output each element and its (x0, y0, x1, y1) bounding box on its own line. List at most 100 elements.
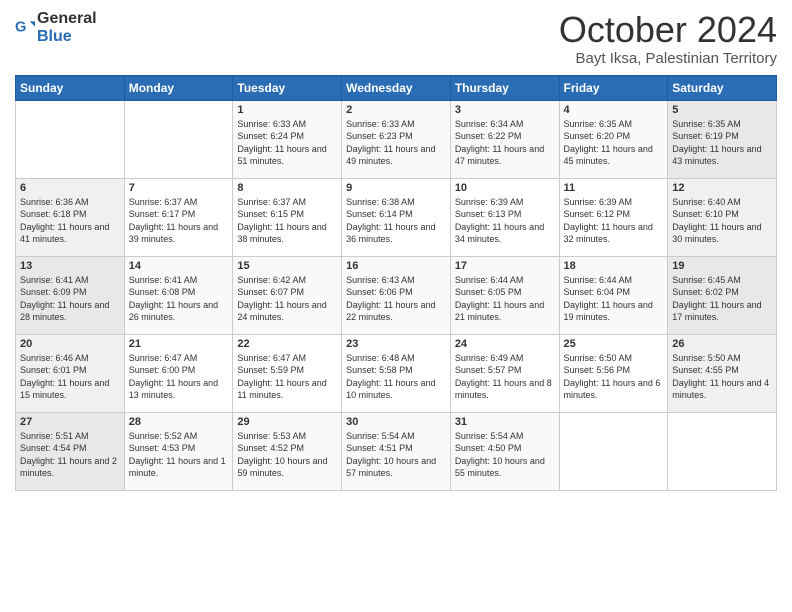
day-info: Sunrise: 6:49 AMSunset: 5:57 PMDaylight:… (455, 353, 552, 401)
day-number: 31 (455, 416, 555, 428)
day-info: Sunrise: 5:54 AMSunset: 4:51 PMDaylight:… (346, 431, 436, 479)
calendar-cell (559, 412, 668, 490)
day-number: 30 (346, 416, 446, 428)
calendar-cell: 10 Sunrise: 6:39 AMSunset: 6:13 PMDayligh… (450, 178, 559, 256)
calendar-cell: 18 Sunrise: 6:44 AMSunset: 6:04 PMDayligh… (559, 256, 668, 334)
day-number: 28 (129, 416, 229, 428)
day-number: 14 (129, 260, 229, 272)
day-number: 8 (237, 182, 337, 194)
day-number: 5 (672, 104, 772, 116)
day-info: Sunrise: 6:34 AMSunset: 6:22 PMDaylight:… (455, 119, 544, 167)
day-info: Sunrise: 6:38 AMSunset: 6:14 PMDaylight:… (346, 197, 435, 245)
month-title: October 2024 (559, 10, 777, 50)
day-number: 10 (455, 182, 555, 194)
day-number: 3 (455, 104, 555, 116)
day-number: 2 (346, 104, 446, 116)
logo: G General Blue (15, 10, 97, 46)
day-number: 9 (346, 182, 446, 194)
day-info: Sunrise: 6:40 AMSunset: 6:10 PMDaylight:… (672, 197, 761, 245)
week-row-4: 20 Sunrise: 6:46 AMSunset: 6:01 PMDayligh… (16, 334, 777, 412)
day-info: Sunrise: 6:35 AMSunset: 6:19 PMDaylight:… (672, 119, 761, 167)
day-number: 20 (20, 338, 120, 350)
day-number: 29 (237, 416, 337, 428)
col-saturday: Saturday (668, 75, 777, 100)
day-info: Sunrise: 6:39 AMSunset: 6:12 PMDaylight:… (564, 197, 653, 245)
calendar-cell: 29Sunrise: 5:53 AMSunset: 4:52 PMDayligh… (233, 412, 342, 490)
day-info: Sunrise: 6:39 AMSunset: 6:13 PMDaylight:… (455, 197, 544, 245)
day-info: Sunrise: 6:33 AMSunset: 6:23 PMDaylight:… (346, 119, 435, 167)
calendar-cell: 5 Sunrise: 6:35 AMSunset: 6:19 PMDaylight… (668, 100, 777, 178)
day-number: 16 (346, 260, 446, 272)
day-number: 18 (564, 260, 664, 272)
logo-blue: Blue (37, 28, 72, 45)
day-number: 27 (20, 416, 120, 428)
calendar-cell: 25 Sunrise: 6:50 AMSunset: 5:56 PMDayligh… (559, 334, 668, 412)
day-number: 23 (346, 338, 446, 350)
calendar-cell: 23Sunrise: 6:48 AMSunset: 5:58 PMDayligh… (342, 334, 451, 412)
day-number: 11 (564, 182, 664, 194)
calendar-table: Sunday Monday Tuesday Wednesday Thursday… (15, 75, 777, 491)
day-info: Sunrise: 5:50 AMSunset: 4:55 PMDaylight:… (672, 353, 769, 401)
day-number: 22 (237, 338, 337, 350)
calendar-cell: 7Sunrise: 6:37 AMSunset: 6:17 PMDaylight… (124, 178, 233, 256)
calendar-cell: 20 Sunrise: 6:46 AMSunset: 6:01 PMDayligh… (16, 334, 125, 412)
day-info: Sunrise: 6:50 AMSunset: 5:56 PMDaylight:… (564, 353, 661, 401)
calendar-cell (124, 100, 233, 178)
calendar-cell: 31 Sunrise: 5:54 AMSunset: 4:50 PMDayligh… (450, 412, 559, 490)
calendar-cell (668, 412, 777, 490)
calendar-cell: 27 Sunrise: 5:51 AMSunset: 4:54 PMDayligh… (16, 412, 125, 490)
day-number: 15 (237, 260, 337, 272)
calendar-cell: 1Sunrise: 6:33 AMSunset: 6:24 PMDaylight… (233, 100, 342, 178)
calendar-cell: 19Sunrise: 6:45 AMSunset: 6:02 PMDayligh… (668, 256, 777, 334)
col-sunday: Sunday (16, 75, 125, 100)
day-info: Sunrise: 6:41 AMSunset: 6:09 PMDaylight:… (20, 275, 109, 323)
day-info: Sunrise: 6:36 AMSunset: 6:18 PMDaylight:… (20, 197, 109, 245)
logo-icon: G (15, 18, 35, 38)
calendar-cell: 2 Sunrise: 6:33 AMSunset: 6:23 PMDaylight… (342, 100, 451, 178)
calendar-cell: 24 Sunrise: 6:49 AMSunset: 5:57 PMDayligh… (450, 334, 559, 412)
day-number: 1 (237, 104, 337, 116)
calendar-cell: 26Sunrise: 5:50 AMSunset: 4:55 PMDayligh… (668, 334, 777, 412)
col-monday: Monday (124, 75, 233, 100)
day-info: Sunrise: 6:46 AMSunset: 6:01 PMDaylight:… (20, 353, 109, 401)
day-number: 13 (20, 260, 120, 272)
calendar-cell: 12 Sunrise: 6:40 AMSunset: 6:10 PMDayligh… (668, 178, 777, 256)
col-wednesday: Wednesday (342, 75, 451, 100)
calendar-cell: 14Sunrise: 6:41 AMSunset: 6:08 PMDayligh… (124, 256, 233, 334)
day-info: Sunrise: 5:52 AMSunset: 4:53 PMDaylight:… (129, 431, 226, 479)
header-row: Sunday Monday Tuesday Wednesday Thursday… (16, 75, 777, 100)
day-info: Sunrise: 6:44 AMSunset: 6:05 PMDaylight:… (455, 275, 544, 323)
day-info: Sunrise: 6:47 AMSunset: 6:00 PMDaylight:… (129, 353, 218, 401)
day-info: Sunrise: 6:37 AMSunset: 6:15 PMDaylight:… (237, 197, 326, 245)
calendar-cell: 21 Sunrise: 6:47 AMSunset: 6:00 PMDayligh… (124, 334, 233, 412)
day-info: Sunrise: 6:47 AMSunset: 5:59 PMDaylight:… (237, 353, 326, 401)
calendar-cell (16, 100, 125, 178)
day-info: Sunrise: 5:51 AMSunset: 4:54 PMDaylight:… (20, 431, 117, 479)
week-row-3: 13 Sunrise: 6:41 AMSunset: 6:09 PMDayligh… (16, 256, 777, 334)
day-info: Sunrise: 6:35 AMSunset: 6:20 PMDaylight:… (564, 119, 653, 167)
calendar-cell: 6Sunrise: 6:36 AMSunset: 6:18 PMDaylight… (16, 178, 125, 256)
calendar-cell: 22 Sunrise: 6:47 AMSunset: 5:59 PMDayligh… (233, 334, 342, 412)
day-number: 17 (455, 260, 555, 272)
location-title: Bayt Iksa, Palestinian Territory (559, 50, 777, 67)
day-number: 24 (455, 338, 555, 350)
header: G General Blue October 2024 Bayt Iksa, P… (15, 10, 777, 67)
col-friday: Friday (559, 75, 668, 100)
calendar-cell: 30 Sunrise: 5:54 AMSunset: 4:51 PMDayligh… (342, 412, 451, 490)
calendar-cell: 3 Sunrise: 6:34 AMSunset: 6:22 PMDaylight… (450, 100, 559, 178)
day-number: 19 (672, 260, 772, 272)
col-thursday: Thursday (450, 75, 559, 100)
day-number: 25 (564, 338, 664, 350)
day-info: Sunrise: 6:44 AMSunset: 6:04 PMDaylight:… (564, 275, 653, 323)
week-row-1: 1Sunrise: 6:33 AMSunset: 6:24 PMDaylight… (16, 100, 777, 178)
calendar-cell: 11 Sunrise: 6:39 AMSunset: 6:12 PMDayligh… (559, 178, 668, 256)
day-number: 21 (129, 338, 229, 350)
day-info: Sunrise: 6:37 AMSunset: 6:17 PMDaylight:… (129, 197, 218, 245)
day-number: 12 (672, 182, 772, 194)
calendar-cell: 4Sunrise: 6:35 AMSunset: 6:20 PMDaylight… (559, 100, 668, 178)
week-row-2: 6Sunrise: 6:36 AMSunset: 6:18 PMDaylight… (16, 178, 777, 256)
day-info: Sunrise: 6:43 AMSunset: 6:06 PMDaylight:… (346, 275, 435, 323)
day-info: Sunrise: 5:54 AMSunset: 4:50 PMDaylight:… (455, 431, 545, 479)
logo-general: General (37, 10, 97, 27)
calendar-cell: 16 Sunrise: 6:43 AMSunset: 6:06 PMDayligh… (342, 256, 451, 334)
